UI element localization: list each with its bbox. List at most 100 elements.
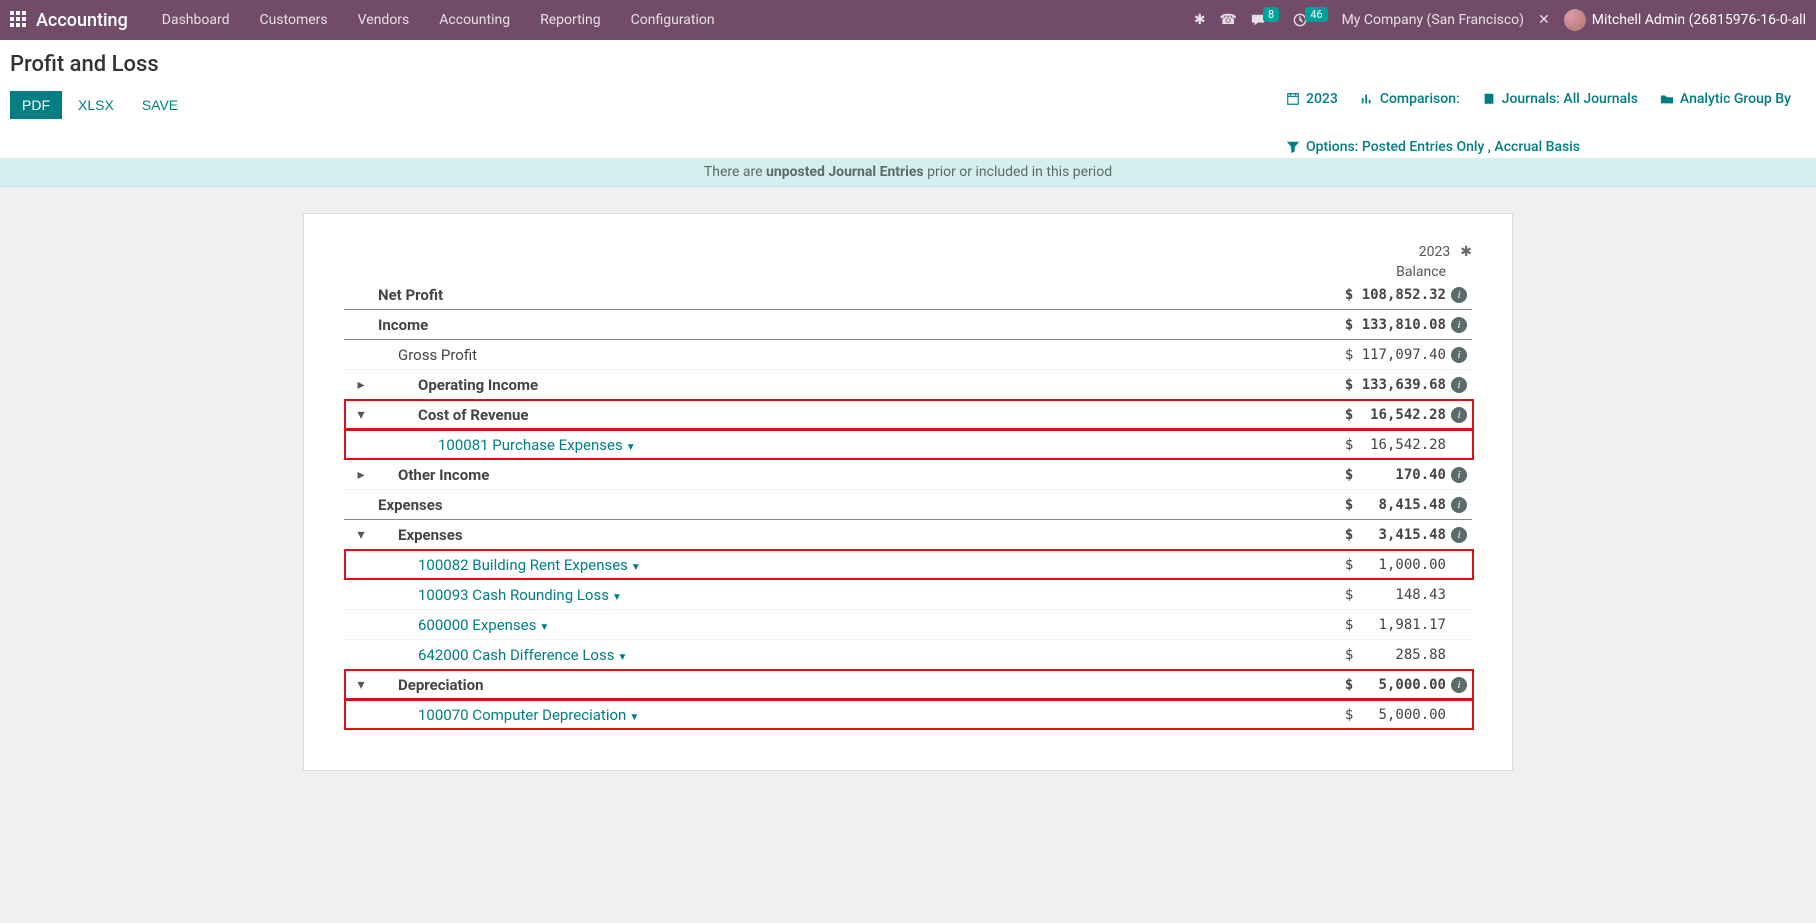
info-icon[interactable]: i [1451, 377, 1467, 393]
line-value: $ 133,639.68 [1296, 377, 1446, 393]
debug-icon[interactable]: ✱ [1194, 12, 1206, 28]
tools-icon[interactable]: ✕ [1538, 12, 1550, 28]
account-link[interactable]: 100070 Computer Depreciation▼ [418, 706, 639, 724]
report-line: 600000 Expenses▼ $ 1,981.17 [344, 610, 1472, 640]
line-label[interactable]: 100093 Cash Rounding Loss▼ [378, 586, 1296, 604]
page-title: Profit and Loss [10, 52, 1806, 77]
line-value: $ 16,542.28 [1296, 407, 1446, 423]
report-line: ▾Cost of Revenue$ 16,542.28 i [344, 400, 1472, 430]
activities-badge: 46 [1305, 7, 1327, 22]
info-cell: i [1446, 346, 1472, 363]
report-sheet: 2023 ✱ Balance Net Profit$ 108,852.32iIn… [303, 213, 1513, 771]
report-area: 2023 ✱ Balance Net Profit$ 108,852.32iIn… [0, 193, 1816, 811]
report-line: ▾Expenses$ 3,415.48i [344, 520, 1472, 550]
info-icon[interactable]: i [1451, 407, 1467, 423]
line-value: $ 5,000.00 [1296, 707, 1446, 723]
line-label: Cost of Revenue [378, 406, 1296, 424]
info-icon[interactable]: i [1451, 527, 1467, 543]
line-label: Operating Income [378, 376, 1296, 394]
report-line: Gross Profit$ 117,097.40i [344, 340, 1472, 370]
account-link[interactable]: 100093 Cash Rounding Loss▼ [418, 586, 622, 604]
caret-toggle-icon[interactable]: ▸ [344, 377, 378, 393]
control-panel: Profit and Loss PDF XLSX SAVE 2023 Compa… [0, 40, 1816, 164]
line-label[interactable]: 100082 Building Rent Expenses▼ [378, 556, 1296, 574]
filter-comparison[interactable]: Comparison: [1360, 91, 1460, 107]
messages-icon[interactable]: 8 [1251, 12, 1279, 28]
info-cell: i [1446, 286, 1472, 303]
line-label[interactable]: 600000 Expenses▼ [378, 616, 1296, 634]
column-debug-icon[interactable]: ✱ [1460, 244, 1472, 260]
company-switcher[interactable]: My Company (San Francisco) [1342, 12, 1524, 28]
apps-icon[interactable] [10, 11, 28, 29]
user-menu[interactable]: Mitchell Admin (26815976-16-0-all [1564, 9, 1806, 31]
app-brand[interactable]: Accounting [36, 10, 128, 31]
pdf-button[interactable]: PDF [10, 91, 62, 119]
messages-badge: 8 [1263, 7, 1279, 22]
account-link[interactable]: 642000 Cash Difference Loss▼ [418, 646, 627, 664]
report-line: 100093 Cash Rounding Loss▼ $ 148.43 [344, 580, 1472, 610]
line-value: $ 117,097.40 [1296, 347, 1446, 363]
line-value: $ 3,415.48 [1296, 527, 1446, 543]
line-value: $ 8,415.48 [1296, 497, 1446, 513]
account-link[interactable]: 600000 Expenses▼ [418, 616, 549, 634]
menu-item-reporting[interactable]: Reporting [528, 8, 613, 32]
report-filters: 2023 Comparison: Journals: All Journals … [1286, 91, 1806, 155]
account-link[interactable]: 100082 Building Rent Expenses▼ [418, 556, 641, 574]
filter-analytic[interactable]: Analytic Group By [1660, 91, 1791, 107]
filter-date[interactable]: 2023 [1286, 91, 1338, 107]
col-subheader: Balance [344, 264, 1446, 280]
info-icon[interactable]: i [1451, 287, 1467, 303]
menu-item-configuration[interactable]: Configuration [619, 8, 727, 32]
menu-item-vendors[interactable]: Vendors [346, 8, 422, 32]
info-cell: i [1446, 466, 1472, 483]
line-label[interactable]: 100070 Computer Depreciation▼ [378, 706, 1296, 724]
report-line: 100070 Computer Depreciation▼ $ 5,000.00 [344, 700, 1472, 730]
info-icon[interactable]: i [1451, 467, 1467, 483]
line-label[interactable]: 642000 Cash Difference Loss▼ [378, 646, 1296, 664]
filter-journals[interactable]: Journals: All Journals [1482, 91, 1638, 107]
line-value: $ 133,810.08 [1296, 317, 1446, 333]
info-cell: i [1446, 376, 1472, 393]
info-cell: i [1446, 316, 1472, 333]
line-value: $ 148.43 [1296, 587, 1446, 603]
support-icon[interactable]: ☎ [1220, 12, 1237, 28]
chevron-down-icon: ▼ [539, 622, 549, 633]
report-line: ▾Depreciation$ 5,000.00i [344, 670, 1472, 700]
info-cell: i [1446, 406, 1472, 423]
chevron-down-icon: ▼ [626, 442, 636, 453]
info-icon[interactable]: i [1451, 497, 1467, 513]
menu-item-dashboard[interactable]: Dashboard [150, 8, 242, 32]
line-label: Net Profit [378, 286, 1296, 304]
info-cell: i [1446, 496, 1472, 513]
caret-toggle-icon[interactable]: ▾ [344, 527, 378, 543]
account-link[interactable]: 100081 Purchase Expenses▼ [438, 436, 636, 454]
info-icon[interactable]: i [1451, 347, 1467, 363]
save-button[interactable]: SAVE [130, 91, 190, 119]
caret-toggle-icon[interactable]: ▾ [344, 407, 378, 423]
info-icon[interactable]: i [1451, 317, 1467, 333]
top-nav: Accounting DashboardCustomersVendorsAcco… [0, 0, 1816, 40]
line-label[interactable]: 100081 Purchase Expenses▼ [378, 436, 1296, 454]
chevron-down-icon: ▼ [631, 562, 641, 573]
nav-right: ✱ ☎ 8 46 My Company (San Francisco) ✕ Mi… [1194, 9, 1806, 31]
line-label: Other Income [378, 466, 1296, 484]
xlsx-button[interactable]: XLSX [66, 91, 126, 119]
unposted-alert[interactable]: There are unposted Journal Entries prior… [0, 158, 1816, 187]
bar-chart-icon [1360, 92, 1374, 106]
caret-toggle-icon[interactable]: ▾ [344, 677, 378, 693]
activities-icon[interactable]: 46 [1293, 12, 1327, 28]
line-label: Depreciation [378, 676, 1296, 694]
info-icon[interactable]: i [1451, 677, 1467, 693]
line-value: $ 1,981.17 [1296, 617, 1446, 633]
caret-toggle-icon[interactable]: ▸ [344, 467, 378, 483]
line-label: Income [378, 316, 1296, 334]
book-icon [1482, 92, 1496, 106]
report-line: Net Profit$ 108,852.32i [344, 280, 1472, 310]
menu-item-customers[interactable]: Customers [248, 8, 340, 32]
filter-options[interactable]: Options: Posted Entries Only , Accrual B… [1286, 139, 1806, 155]
chevron-down-icon: ▼ [612, 592, 622, 603]
report-line: Expenses$ 8,415.48i [344, 490, 1472, 520]
report-line: ▸Operating Income$ 133,639.68 i [344, 370, 1472, 400]
info-cell: i [1446, 526, 1472, 543]
menu-item-accounting[interactable]: Accounting [427, 8, 522, 32]
